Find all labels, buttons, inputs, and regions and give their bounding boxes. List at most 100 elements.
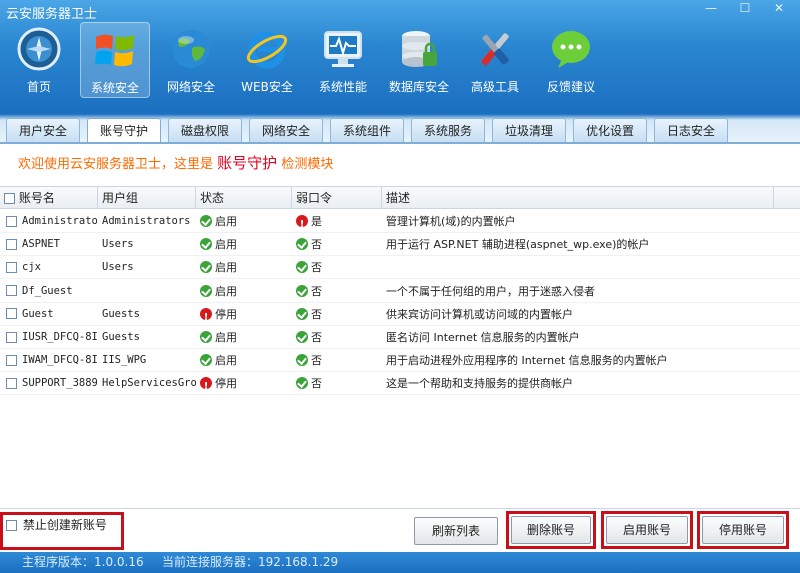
weak-password-text: 否: [311, 307, 322, 321]
account-status: 启用: [198, 233, 294, 256]
user-group: Administrators: [102, 215, 191, 227]
toolbar-home[interactable]: 首页: [4, 22, 74, 98]
row-checkbox-cell[interactable]: [0, 303, 20, 326]
disable-account-creation-option[interactable]: 禁止创建新账号: [6, 518, 107, 532]
row-checkbox-cell[interactable]: [0, 372, 20, 395]
row-checkbox[interactable]: [6, 331, 17, 343]
row-checkbox-cell[interactable]: [0, 280, 20, 303]
toolbar-system-performance[interactable]: 系统性能: [308, 22, 378, 98]
status-text: 启用: [215, 331, 237, 344]
status-bar: 主程序版本：1.0.0.16 当前连接服务器：192.168.1.29: [0, 552, 800, 573]
app-title: 云安服务器卫士: [6, 7, 98, 22]
status-text: 启用: [215, 238, 237, 252]
title-bar: 云安服务器卫士 — ☐ ✕ 首页 系统安全 网络安全 WEB安全 系统性能 数据…: [0, 0, 800, 114]
tab-disk-permissions[interactable]: 磁盘权限: [168, 118, 242, 142]
toolbar-web-security[interactable]: WEB安全: [232, 22, 302, 98]
account-status: 启用: [198, 280, 294, 303]
column-header-name[interactable]: 账号名: [0, 187, 98, 209]
row-checkbox[interactable]: [6, 285, 17, 297]
refresh-list-button[interactable]: 刷新列表: [414, 517, 498, 545]
weak-password-text: 否: [311, 238, 322, 252]
monitor-pulse-icon: [324, 31, 362, 67]
toolbar-feedback[interactable]: 反馈建议: [536, 22, 606, 98]
toolbar-label: 首页: [26, 80, 51, 94]
row-checkbox[interactable]: [6, 377, 17, 389]
maximize-button[interactable]: ☐: [728, 0, 762, 18]
weak-password: 是: [294, 210, 384, 233]
table-row[interactable]: cjx Users 启用 否: [0, 256, 800, 280]
column-header-status[interactable]: 状态: [196, 187, 292, 209]
weak-password: 否: [294, 326, 384, 349]
table-row[interactable]: Administrato Administrators 启用 是 管理计算机(域)的内置…: [0, 210, 800, 233]
windows-logo-icon: [95, 34, 134, 67]
check-icon: [200, 238, 212, 251]
disable-account-button[interactable]: 停用账号: [702, 516, 784, 544]
table-row[interactable]: SUPPORT_3889 HelpServicesGro 停用 否 这是一个帮助和支持服…: [0, 372, 800, 396]
user-group: HelpServicesGro: [102, 377, 197, 390]
table-row[interactable]: Df_Guest 启用 否 一个不属于任何组的用户，用于迷惑入侵者: [0, 280, 800, 303]
toolbar-system-security[interactable]: 系统安全: [80, 22, 150, 98]
table-scrollbar[interactable]: [794, 187, 800, 509]
row-checkbox[interactable]: [6, 261, 17, 273]
tab-log-security[interactable]: 日志安全: [654, 118, 728, 142]
row-checkbox[interactable]: [6, 308, 17, 320]
weak-password: 否: [294, 372, 384, 395]
account-status: 启用: [198, 256, 294, 279]
disable-account-creation-label: 禁止创建新账号: [22, 518, 107, 532]
account-status: 启用: [198, 349, 294, 372]
column-header-description[interactable]: 描述: [382, 187, 774, 209]
check-icon: [296, 284, 308, 297]
tab-network-security[interactable]: 网络安全: [249, 118, 323, 142]
enable-account-button[interactable]: 启用账号: [606, 516, 688, 544]
minimize-button[interactable]: —: [694, 0, 728, 18]
account-name: Administrato: [22, 215, 98, 227]
row-checkbox[interactable]: [6, 238, 17, 250]
row-checkbox[interactable]: [6, 215, 17, 227]
status-text: 启用: [215, 354, 237, 368]
row-checkbox-cell[interactable]: [0, 326, 20, 349]
account-name: SUPPORT_3889: [22, 377, 98, 390]
row-checkbox-cell[interactable]: [0, 210, 20, 233]
tab-account-guard[interactable]: 账号守护: [87, 118, 161, 142]
close-button[interactable]: ✕: [762, 0, 796, 18]
toolbar-label: WEB安全: [241, 80, 293, 94]
tab-junk-cleanup[interactable]: 垃圾清理: [492, 118, 566, 142]
user-group: [100, 280, 198, 303]
column-header-group[interactable]: 用户组: [98, 187, 196, 209]
table-row[interactable]: ASPNET Users 启用 否 用于运行 ASP.NET 辅助进程(aspnet_w…: [0, 233, 800, 257]
weak-password-text: 否: [311, 261, 322, 275]
column-header-weak-password[interactable]: 弱口令: [292, 187, 382, 209]
delete-account-button[interactable]: 删除账号: [511, 516, 591, 544]
weak-password-text: 否: [311, 284, 322, 298]
account-description: 这是一个帮助和支持服务的提供商帐户: [386, 377, 573, 391]
account-name: Df_Guest: [22, 284, 73, 297]
table-row[interactable]: IWAM_DFCQ-8I! IIS_WPG 启用 否 用于启动进程外应用程序的 Inte…: [0, 349, 800, 373]
tab-user-security[interactable]: 用户安全: [6, 118, 80, 142]
toolbar-database-security[interactable]: 数据库安全: [384, 22, 454, 98]
table-row[interactable]: Guest Guests 停用 否 供来宾访问计算机或访问域的内置帐户: [0, 303, 800, 326]
row-checkbox-cell[interactable]: [0, 349, 20, 372]
server-text: 当前连接服务器：192.168.1.29: [162, 555, 339, 569]
weak-password: 否: [294, 349, 384, 372]
toolbar-advanced-tools[interactable]: 高级工具: [460, 22, 530, 98]
toolbar-label: 高级工具: [470, 80, 519, 94]
table-row[interactable]: IUSR_DFCQ-8I! Guests 启用 否 匿名访问 Internet 信息服务…: [0, 326, 800, 349]
tab-system-components[interactable]: 系统组件: [330, 118, 404, 142]
account-description: [384, 256, 794, 279]
tab-system-services[interactable]: 系统服务: [411, 118, 485, 142]
weak-password: 否: [294, 303, 384, 326]
user-group: Users: [102, 261, 134, 274]
tab-optimization[interactable]: 优化设置: [573, 118, 647, 142]
check-icon: [200, 215, 212, 227]
row-checkbox-cell[interactable]: [0, 233, 20, 256]
disable-account-creation-checkbox[interactable]: [6, 520, 17, 531]
toolbar-network-security[interactable]: 网络安全: [156, 22, 226, 98]
check-icon: [296, 331, 308, 343]
row-checkbox[interactable]: [6, 354, 17, 366]
account-description: 匿名访问 Internet 信息服务的内置帐户: [386, 331, 580, 344]
window-controls: — ☐ ✕: [694, 0, 796, 18]
select-all-checkbox[interactable]: [4, 193, 15, 204]
account-description: 用于启动进程外应用程序的 Internet 信息服务的内置帐户: [386, 354, 668, 368]
row-checkbox-cell[interactable]: [0, 256, 20, 279]
welcome-banner: 欢迎使用云安服务器卫士，这里是 账号守护 检测模块: [18, 152, 333, 173]
